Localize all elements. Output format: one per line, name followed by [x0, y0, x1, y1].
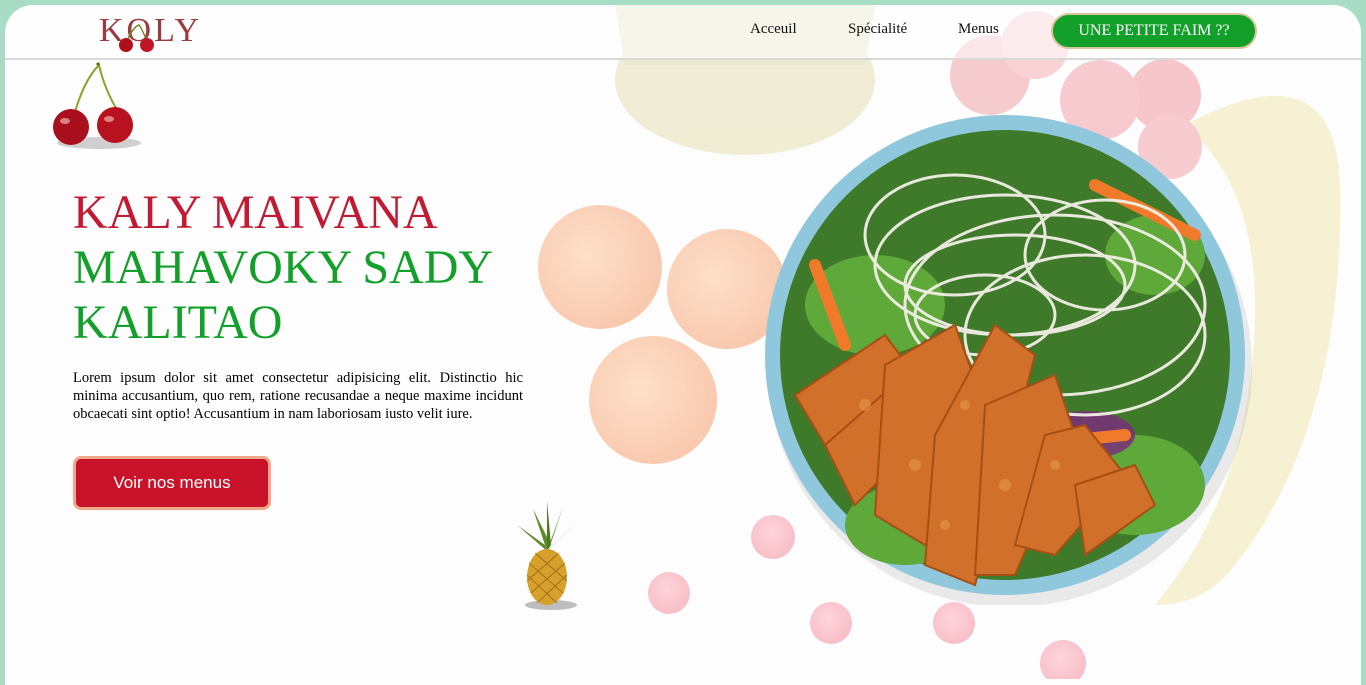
- chicken-noodle-salad-bowl-image: [765, 115, 1252, 605]
- view-menus-button[interactable]: Voir nos menus: [73, 456, 271, 510]
- hero-description: Lorem ipsum dolor sit amet consectetur a…: [73, 370, 523, 422]
- cherries-icon: [53, 61, 141, 149]
- hero-title-line-3: KALITAO: [73, 296, 283, 349]
- hero-title-line-1: KALY MAIVANA: [73, 186, 438, 239]
- logo-cherries-icon: [119, 24, 154, 52]
- brand-logo[interactable]: KOLY: [99, 9, 209, 53]
- nav-link-menus[interactable]: Menus: [958, 21, 999, 38]
- page-frame: KOLY Acceuil Spécialité Menus UNE PETITE…: [5, 5, 1361, 685]
- nav-link-specialite[interactable]: Spécialité: [848, 21, 907, 38]
- nav-link-accueil[interactable]: Acceuil: [750, 21, 797, 38]
- top-navbar: KOLY Acceuil Spécialité Menus UNE PETITE…: [5, 5, 1361, 60]
- hero-title: KALY MAIVANA MAHAVOKY SADY KALITAO: [73, 185, 493, 350]
- hungry-cta-button[interactable]: UNE PETITE FAIM ??: [1051, 13, 1257, 49]
- hero-title-line-2: MAHAVOKY SADY: [73, 241, 494, 294]
- pineapple-icon: [517, 501, 577, 610]
